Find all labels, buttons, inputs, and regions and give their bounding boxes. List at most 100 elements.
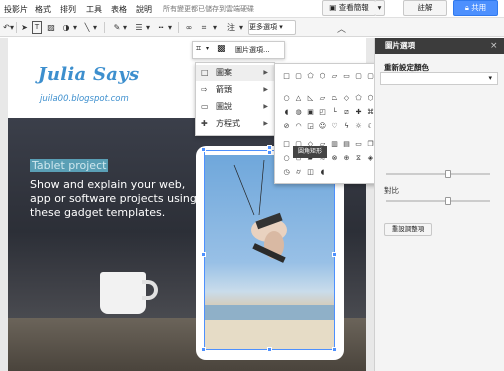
chevron-down-icon[interactable]: ▾ bbox=[9, 21, 15, 34]
chevron-down-icon[interactable]: ▾ bbox=[167, 21, 173, 34]
round-corner-shape-icon[interactable]: ▢ bbox=[354, 72, 363, 81]
flowchart-display-shape-icon[interactable]: ◖ bbox=[318, 168, 327, 177]
share-button[interactable]: 🔒︎ 共用 bbox=[453, 0, 498, 16]
ellipse-shape-icon[interactable]: ○ bbox=[282, 94, 291, 103]
contrast-slider-knob[interactable] bbox=[445, 197, 451, 205]
snip-same-side-shape-icon[interactable]: ⬡ bbox=[318, 72, 327, 81]
image-icon[interactable]: ▨ bbox=[46, 21, 56, 34]
menu-format[interactable]: 格式 bbox=[35, 4, 51, 15]
flowchart-direct-storage-shape-icon[interactable]: ◫ bbox=[306, 168, 315, 177]
snip-corner-shape-icon[interactable]: ⬠ bbox=[306, 72, 315, 81]
chevron-down-icon[interactable]: ▾ bbox=[72, 21, 78, 34]
shape-icon[interactable]: ◑ bbox=[60, 21, 72, 34]
resize-handle[interactable] bbox=[332, 252, 337, 257]
line-icon[interactable]: ╲ bbox=[82, 21, 92, 34]
close-icon[interactable]: × bbox=[490, 38, 498, 54]
mask-menu-item-callouts[interactable]: ▭ 圖說 ▶ bbox=[196, 99, 274, 115]
transparency-slider[interactable] bbox=[386, 173, 490, 175]
half-frame-shape-icon[interactable]: ◰ bbox=[318, 108, 327, 117]
present-dropdown-button[interactable]: ▾ bbox=[375, 0, 385, 16]
select-icon[interactable]: ➤ bbox=[20, 21, 29, 34]
link-icon[interactable]: ∞ bbox=[183, 21, 195, 34]
chevron-down-icon[interactable]: ▾ bbox=[92, 21, 98, 34]
mask-menu-item-arrows[interactable]: ⇨ 箭頭 ▶ bbox=[196, 82, 274, 98]
chevron-down-icon[interactable]: ▾ bbox=[238, 21, 244, 34]
chevron-down-icon[interactable]: ▾ bbox=[122, 21, 128, 34]
flowchart-summing-junction-shape-icon[interactable]: ⊗ bbox=[330, 154, 339, 163]
right-triangle-shape-icon[interactable]: ◺ bbox=[306, 94, 315, 103]
recolor-dropdown[interactable]: ▾ bbox=[380, 72, 498, 85]
chevron-right-icon: ▶ bbox=[263, 69, 268, 76]
diamond-shape-icon[interactable]: ◇ bbox=[342, 94, 351, 103]
reset-adjustments-button[interactable]: 重設調整項 bbox=[384, 223, 432, 236]
sun-shape-icon[interactable]: ☼ bbox=[354, 122, 363, 131]
teardrop-shape-icon[interactable]: ◍ bbox=[294, 108, 303, 117]
rounded-rectangle-shape-icon[interactable]: ▢ bbox=[294, 72, 303, 81]
line-weight-icon[interactable]: ☰ bbox=[133, 21, 145, 34]
chevron-down-icon[interactable]: ▾ bbox=[212, 21, 218, 34]
resize-handle[interactable] bbox=[201, 252, 206, 257]
resize-handle[interactable] bbox=[267, 150, 272, 155]
menu-help[interactable]: 說明 bbox=[136, 4, 152, 15]
mask-menu-item-shapes[interactable]: □ 圖案 ▶ bbox=[196, 65, 274, 81]
comments-button[interactable]: 註解 bbox=[403, 0, 447, 16]
image-options-button[interactable]: 圖片選項... bbox=[235, 45, 270, 55]
textbox-icon[interactable]: T bbox=[32, 21, 42, 34]
resize-handle[interactable] bbox=[201, 347, 206, 352]
present-button[interactable]: ▣ 查看簡報 bbox=[322, 0, 376, 16]
transparency-slider-knob[interactable] bbox=[445, 170, 451, 178]
resize-handle[interactable] bbox=[201, 147, 206, 152]
flowchart-internal-storage-shape-icon[interactable]: ▤ bbox=[342, 140, 351, 149]
heart-shape-icon[interactable]: ♡ bbox=[330, 122, 339, 131]
flowchart-connector-shape-icon[interactable]: ○ bbox=[282, 154, 291, 163]
snip-round-shape-icon[interactable]: ▭ bbox=[342, 72, 351, 81]
flowchart-or-shape-icon[interactable]: ⊕ bbox=[342, 154, 351, 163]
lightning-shape-icon[interactable]: ϟ bbox=[342, 122, 351, 131]
crop-icon[interactable]: ⌗ bbox=[199, 21, 209, 34]
parallelogram-shape-icon[interactable]: ▱ bbox=[318, 94, 327, 103]
save-status: 所有變更都已儲存到雲端硬碟 bbox=[163, 5, 254, 13]
snip-diagonal-shape-icon[interactable]: ▱ bbox=[330, 72, 339, 81]
l-shape-icon[interactable]: └ bbox=[330, 108, 339, 117]
smiley-face-shape-icon[interactable]: ☺ bbox=[318, 122, 327, 131]
collapse-toolbar-icon[interactable]: ︿ bbox=[337, 22, 346, 35]
block-arc-shape-icon[interactable]: ◠ bbox=[294, 122, 303, 131]
coffee-cup bbox=[100, 272, 146, 314]
no-symbol-shape-icon[interactable]: ⊘ bbox=[282, 122, 291, 131]
comment-button[interactable]: 注 bbox=[224, 21, 238, 34]
chord-shape-icon[interactable]: ◖ bbox=[282, 108, 291, 117]
menu-slide[interactable]: 投影片 bbox=[4, 4, 28, 15]
flowchart-predefined-shape-icon[interactable]: ▥ bbox=[330, 140, 339, 149]
contrast-slider[interactable] bbox=[386, 200, 490, 202]
chevron-down-icon[interactable]: ▾ bbox=[145, 21, 151, 34]
triangle-shape-icon[interactable]: △ bbox=[294, 94, 303, 103]
menu-tools[interactable]: 工具 bbox=[86, 4, 102, 15]
rectangle-shape-icon[interactable]: □ bbox=[282, 72, 291, 81]
chevron-right-icon: ▶ bbox=[263, 103, 268, 110]
mask-menu-item-equations[interactable]: ✚ 方程式 ▶ bbox=[196, 116, 274, 132]
menu-table[interactable]: 表格 bbox=[111, 4, 127, 15]
flowchart-document-shape-icon[interactable]: ▭ bbox=[354, 140, 363, 149]
trapezoid-shape-icon[interactable]: ⏢ bbox=[330, 94, 339, 103]
folded-corner-shape-icon[interactable]: ◲ bbox=[306, 122, 315, 131]
pentagon-shape-icon[interactable]: ⬠ bbox=[354, 94, 363, 103]
flowchart-sequential-storage-shape-icon[interactable]: ◷ bbox=[282, 168, 291, 177]
resize-handle[interactable] bbox=[332, 347, 337, 352]
replace-image-icon[interactable]: ▩ bbox=[217, 44, 226, 54]
frame-shape-icon[interactable]: ▣ bbox=[306, 108, 315, 117]
resize-handle[interactable] bbox=[267, 347, 272, 352]
flowchart-magnetic-disk-shape-icon[interactable]: ⌭ bbox=[294, 168, 303, 177]
tablet-project-label[interactable]: Tablet project bbox=[30, 159, 109, 172]
flowchart-process-shape-icon[interactable]: □ bbox=[282, 140, 291, 149]
chevron-down-icon[interactable]: ▾ bbox=[206, 45, 209, 52]
crop-icon[interactable]: ⌗ bbox=[196, 44, 201, 54]
pen-icon[interactable]: ✎ bbox=[112, 21, 122, 34]
diagonal-stripe-shape-icon[interactable]: ⧄ bbox=[342, 108, 351, 117]
menu-arrange[interactable]: 排列 bbox=[60, 4, 76, 15]
more-options-button[interactable]: 更多選項 ▾ bbox=[248, 20, 296, 35]
flowchart-collate-shape-icon[interactable]: ⧖ bbox=[354, 154, 363, 163]
cross-shape-icon[interactable]: ✚ bbox=[354, 108, 363, 117]
line-dash-icon[interactable]: ┅ bbox=[155, 21, 167, 34]
slide-body-text[interactable]: Show and explain your web, app or softwa… bbox=[30, 178, 200, 220]
toolbar-divider bbox=[104, 22, 105, 33]
